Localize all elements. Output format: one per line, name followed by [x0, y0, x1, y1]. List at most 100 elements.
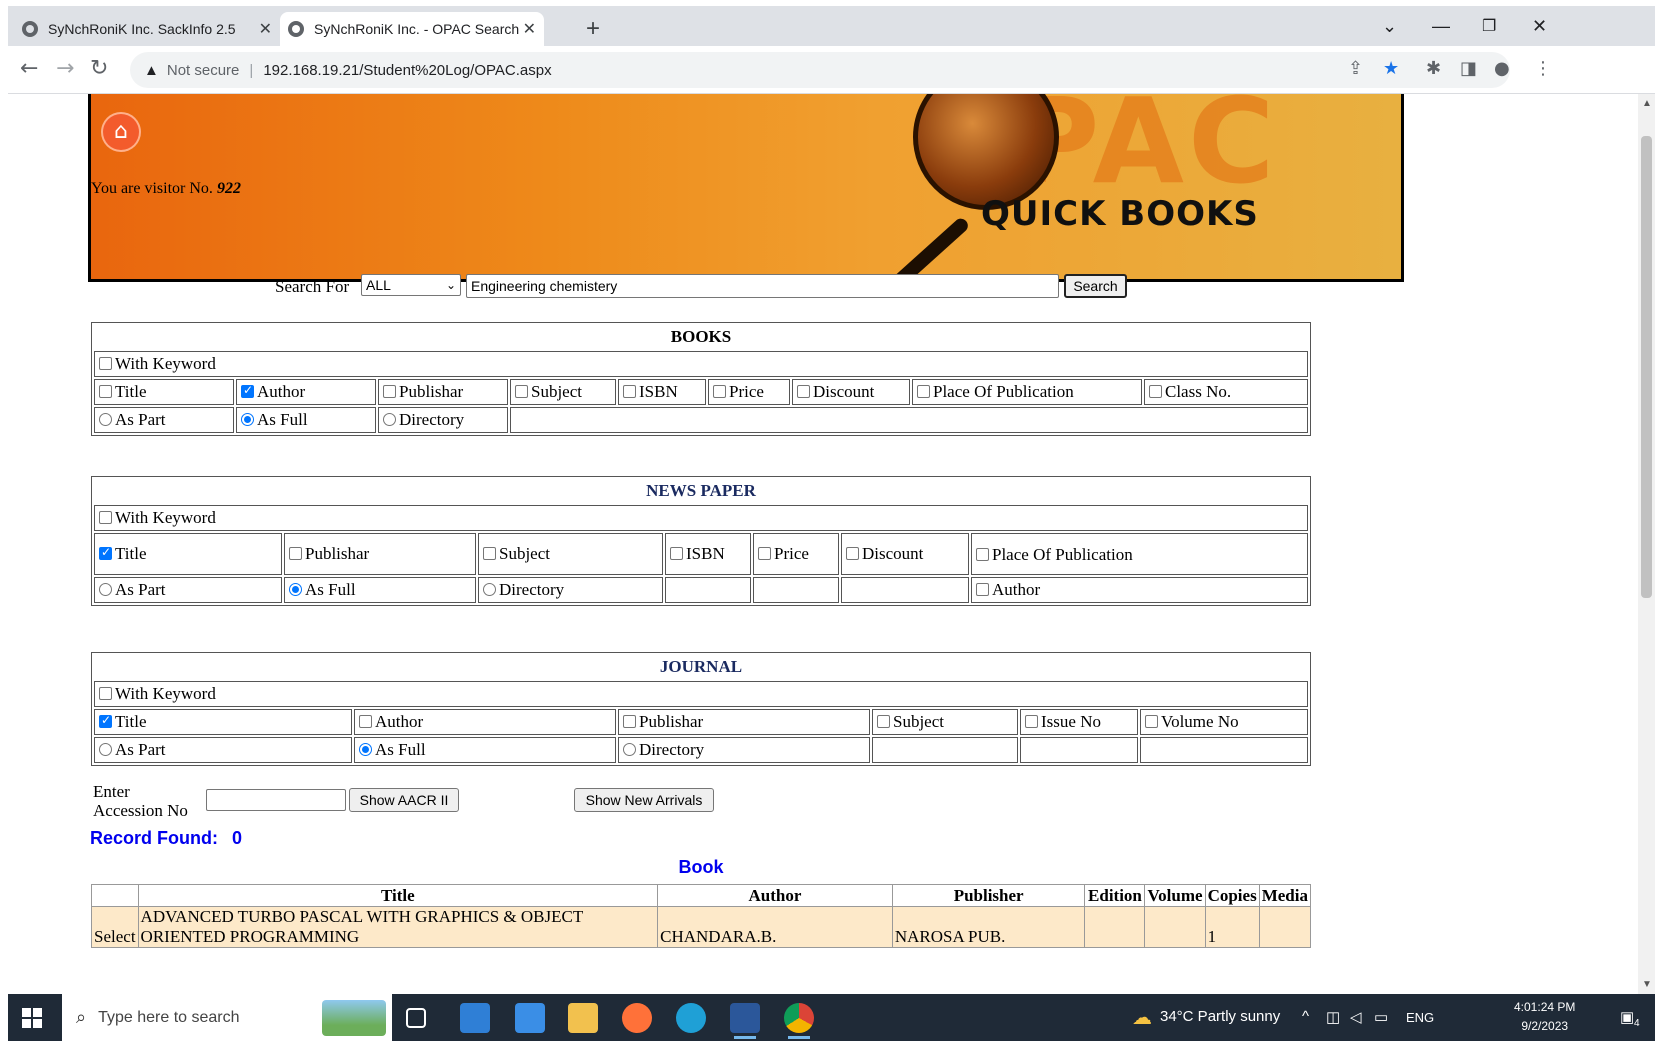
close-icon[interactable]: ✕: [259, 19, 272, 39]
journal-field-subject[interactable]: Subject: [872, 709, 1018, 735]
reload-icon[interactable]: ↻: [90, 56, 108, 81]
address-bar[interactable]: ▲ Not secure | 192.168.19.21/Student%20L…: [130, 52, 1510, 88]
store-icon[interactable]: [515, 1003, 545, 1033]
show-aacr-button[interactable]: Show AACR II: [349, 788, 459, 812]
radio[interactable]: [99, 413, 112, 426]
checkbox[interactable]: [623, 715, 636, 728]
journal-match-part[interactable]: As Part: [94, 737, 352, 763]
clock[interactable]: 4:01:24 PM 9/2/2023: [1514, 998, 1575, 1036]
word-icon[interactable]: [730, 1003, 760, 1039]
security-label[interactable]: Not secure: [167, 62, 240, 79]
checkbox[interactable]: [846, 547, 859, 560]
volume-muted-icon[interactable]: ◁: [1350, 1008, 1362, 1026]
tab-opac-search[interactable]: SyNchRoniK Inc. - OPAC Search ✕: [280, 12, 544, 46]
search-button[interactable]: Search: [1064, 274, 1127, 298]
checkbox[interactable]: [1145, 715, 1158, 728]
books-match-full[interactable]: As Full: [236, 407, 376, 433]
mail-icon[interactable]: [460, 1003, 490, 1033]
journal-field-issue[interactable]: Issue No: [1020, 709, 1138, 735]
books-field-subject[interactable]: Subject: [510, 379, 616, 405]
checkbox[interactable]: [1025, 715, 1038, 728]
close-icon[interactable]: ✕: [523, 19, 536, 39]
newspaper-with-keyword[interactable]: With Keyword: [94, 505, 1308, 531]
radio[interactable]: [623, 743, 636, 756]
books-match-part[interactable]: As Part: [94, 407, 234, 433]
newspaper-match-full[interactable]: As Full: [284, 577, 476, 603]
back-icon[interactable]: ←: [20, 56, 38, 81]
taskbar-search[interactable]: ⌕ Type here to search: [62, 994, 392, 1041]
radio[interactable]: [241, 413, 254, 426]
windows-start-icon[interactable]: [22, 1008, 42, 1028]
journal-match-directory[interactable]: Directory: [618, 737, 870, 763]
checkbox[interactable]: [99, 357, 112, 370]
journal-field-publishar[interactable]: Publishar: [618, 709, 870, 735]
books-field-price[interactable]: Price: [708, 379, 790, 405]
new-tab-icon[interactable]: +: [586, 17, 600, 41]
checkbox[interactable]: [976, 583, 989, 596]
checkbox[interactable]: [99, 687, 112, 700]
journal-with-keyword[interactable]: With Keyword: [94, 681, 1308, 707]
radio[interactable]: [289, 583, 302, 596]
checkbox[interactable]: [670, 547, 683, 560]
checkbox[interactable]: [877, 715, 890, 728]
select-link[interactable]: Select: [91, 906, 139, 948]
checkbox[interactable]: [99, 545, 112, 560]
checkbox[interactable]: [917, 385, 930, 398]
radio[interactable]: [483, 583, 496, 596]
checkbox[interactable]: [758, 547, 771, 560]
books-field-place[interactable]: Place Of Publication: [912, 379, 1142, 405]
display-icon[interactable]: ▭: [1374, 1008, 1388, 1026]
newspaper-field-publishar[interactable]: Publishar: [284, 533, 476, 575]
tray-chevron-icon[interactable]: ^: [1302, 1008, 1309, 1025]
tab-sackinfo[interactable]: SyNchRoniK Inc. SackInfo 2.5 ✕: [22, 12, 280, 46]
journal-field-volume[interactable]: Volume No: [1140, 709, 1308, 735]
radio[interactable]: [383, 413, 396, 426]
checkbox[interactable]: [99, 385, 112, 398]
checkbox[interactable]: [1149, 385, 1162, 398]
file-explorer-icon[interactable]: [568, 1003, 598, 1033]
newspaper-match-part[interactable]: As Part: [94, 577, 282, 603]
menu-icon[interactable]: ⋮: [1534, 58, 1552, 79]
journal-field-author[interactable]: Author: [354, 709, 616, 735]
forward-icon[interactable]: →: [56, 56, 74, 81]
language-indicator[interactable]: ENG: [1406, 1010, 1434, 1025]
checkbox[interactable]: [483, 547, 496, 560]
share-icon[interactable]: ⇪: [1348, 58, 1363, 79]
checkbox[interactable]: [99, 713, 112, 728]
newspaper-field-place[interactable]: Place Of Publication: [971, 533, 1308, 575]
side-panel-icon[interactable]: ◨: [1460, 58, 1477, 79]
accession-input[interactable]: [206, 789, 346, 811]
chrome-icon[interactable]: [784, 1003, 814, 1039]
books-field-isbn[interactable]: ISBN: [618, 379, 706, 405]
search-input[interactable]: Engineering chemistery: [466, 274, 1059, 298]
newspaper-field-subject[interactable]: Subject: [478, 533, 663, 575]
radio[interactable]: [99, 583, 112, 596]
weather-icon[interactable]: ☁: [1132, 1005, 1152, 1030]
books-field-discount[interactable]: Discount: [792, 379, 910, 405]
weather-text[interactable]: 34°C Partly sunny: [1160, 1008, 1280, 1025]
task-view-icon[interactable]: [406, 1008, 426, 1028]
books-field-author[interactable]: Author: [236, 379, 376, 405]
newspaper-field-author[interactable]: Author: [971, 577, 1308, 603]
checkbox[interactable]: [976, 547, 989, 561]
checkbox[interactable]: [289, 547, 302, 560]
checkbox[interactable]: [383, 385, 396, 398]
network-icon[interactable]: ◫: [1326, 1008, 1340, 1026]
restore-icon[interactable]: ❐: [1482, 16, 1496, 36]
checkbox[interactable]: [515, 385, 528, 398]
radio[interactable]: [359, 743, 372, 756]
newspaper-field-discount[interactable]: Discount: [841, 533, 969, 575]
books-field-publishar[interactable]: Publishar: [378, 379, 508, 405]
profile-icon[interactable]: ●: [1494, 58, 1510, 79]
checkbox[interactable]: [99, 511, 112, 524]
books-with-keyword[interactable]: With Keyword: [94, 351, 1308, 377]
edge-icon[interactable]: [676, 1003, 706, 1033]
vertical-scrollbar[interactable]: ▲ ▼: [1638, 94, 1655, 994]
minimize-icon[interactable]: —: [1432, 16, 1450, 37]
checkbox[interactable]: [623, 385, 636, 398]
scroll-up-icon[interactable]: ▲: [1642, 98, 1652, 109]
newspaper-field-isbn[interactable]: ISBN: [665, 533, 751, 575]
journal-field-title[interactable]: Title: [94, 709, 352, 735]
url-text[interactable]: 192.168.19.21/Student%20Log/OPAC.aspx: [263, 62, 551, 79]
home-icon[interactable]: ⌂: [103, 114, 139, 150]
